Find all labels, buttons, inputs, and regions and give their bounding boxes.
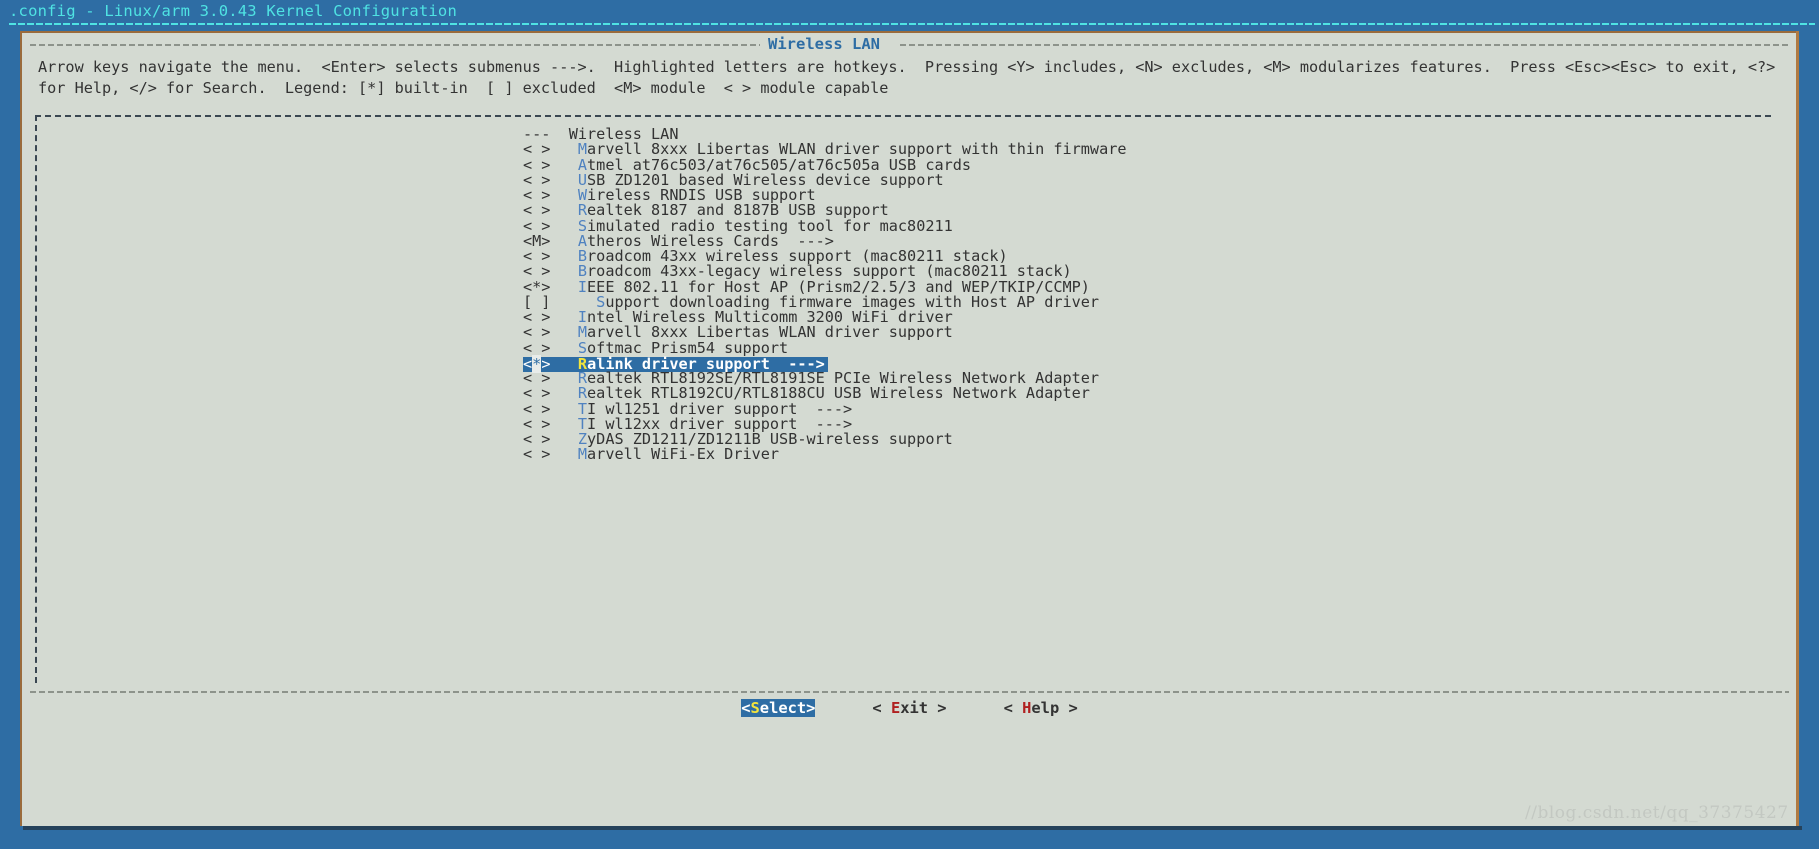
dialog-title: Wireless LAN (768, 35, 880, 53)
button-prefix: < (741, 699, 751, 717)
button-help[interactable]: < Help > (1004, 699, 1078, 717)
desktop-bottom-strip (0, 832, 1819, 849)
button-prefix: < (1003, 699, 1023, 717)
button-suffix: xit > (900, 699, 947, 717)
button-prefix: < (872, 699, 891, 717)
button-hotkey: H (1022, 699, 1032, 717)
menu-item-state-marker: < > (523, 445, 551, 464)
button-suffix: elp > (1031, 699, 1078, 717)
menu-item-label: arvell WiFi-Ex Driver (587, 445, 780, 464)
frame-rule-left (30, 44, 760, 46)
button-hotkey: S (750, 699, 760, 717)
button-exit[interactable]: < Exit > (872, 699, 946, 717)
watermark: //blog.csdn.net/qq_37375427 (1525, 803, 1789, 823)
button-suffix: elect> (759, 699, 816, 717)
list-box-right-edge (1770, 117, 1772, 683)
menu-item[interactable]: < > Softmac Prism54 support (523, 340, 1763, 356)
button-bar[interactable]: <Select> < Exit > < Help > (20, 699, 1799, 717)
dialog-drop-shadow (23, 826, 1802, 830)
button-bar-rule (30, 691, 1789, 693)
wireless-lan-dialog: Wireless LAN Arrow keys navigate the men… (20, 31, 1799, 826)
menu-item[interactable]: < > Marvell WiFi-Ex Driver (523, 447, 1763, 462)
button-select[interactable]: <Select> (741, 699, 816, 717)
dialog-frame-title-bar: Wireless LAN (30, 35, 1789, 53)
menu-list-box[interactable]: --- Wireless LAN < > Marvell 8xxx Liberta… (35, 115, 1772, 683)
button-hotkey: E (890, 699, 901, 717)
window-title: .config - Linux/arm 3.0.43 Kernel Config… (9, 2, 457, 20)
menu-item-gap (550, 445, 577, 463)
help-text: Arrow keys navigate the menu. <Enter> se… (38, 58, 1785, 97)
menu-row-wrap: < > Softmac Prism54 support (523, 340, 1763, 356)
menu-row-wrap: < > Marvell WiFi-Ex Driver (523, 447, 1763, 462)
title-underline-rule (9, 23, 1815, 25)
menu-list[interactable]: --- Wireless LAN < > Marvell 8xxx Liberta… (523, 126, 1763, 463)
frame-rule-right (900, 44, 1789, 46)
kernel-config-screen: .config - Linux/arm 3.0.43 Kernel Config… (0, 0, 1819, 849)
menu-item-hotkey: M (577, 445, 588, 464)
